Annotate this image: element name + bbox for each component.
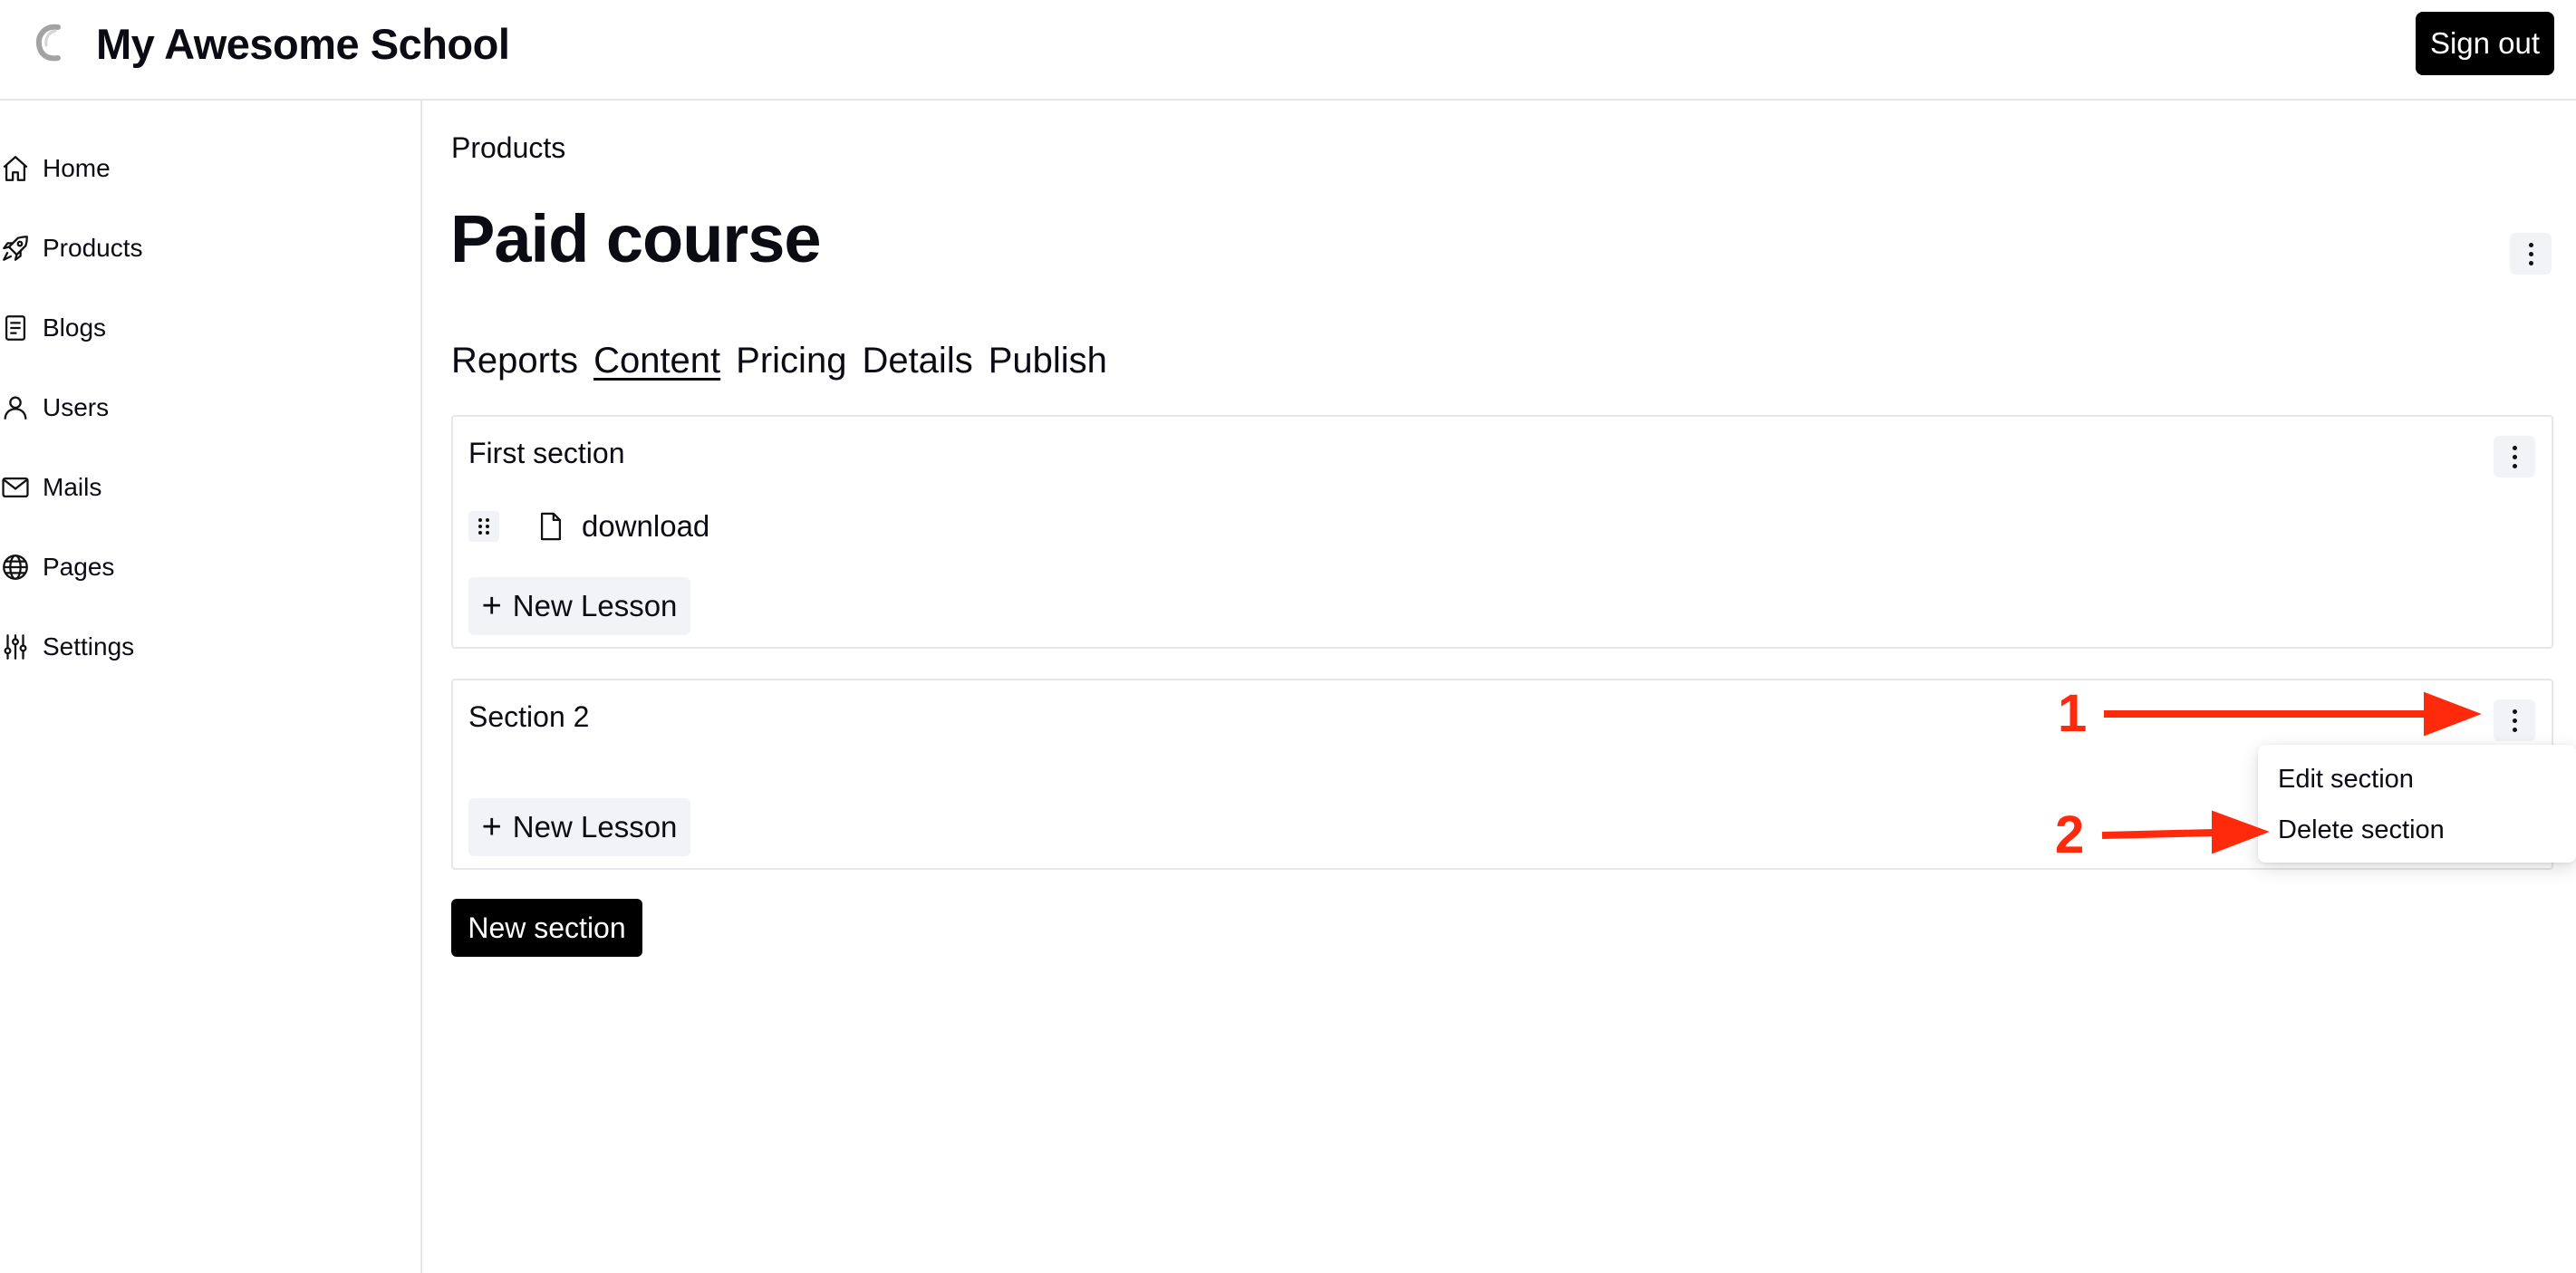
school-name[interactable]: My Awesome School	[96, 16, 510, 72]
sidebar-item-mails[interactable]: Mails	[0, 460, 399, 515]
section-title: First section	[468, 437, 625, 469]
sidebar-item-settings[interactable]: Settings	[0, 620, 399, 674]
section-more-options-button[interactable]	[2494, 436, 2535, 477]
section-card: First section download + New Lesson	[451, 415, 2553, 649]
user-icon	[4, 396, 27, 420]
rocket-icon	[3, 236, 28, 261]
delete-section-menu-item[interactable]: Delete section	[2278, 815, 2445, 845]
new-lesson-label: New Lesson	[512, 810, 678, 844]
tab-content[interactable]: Content	[593, 337, 720, 384]
tab-publish[interactable]: Publish	[989, 337, 1107, 384]
breadcrumb[interactable]: Products	[451, 131, 565, 165]
sidebar-item-products[interactable]: Products	[0, 221, 399, 275]
globe-icon	[3, 555, 28, 580]
plus-icon: +	[481, 587, 502, 625]
sidebar-item-pages[interactable]: Pages	[0, 540, 399, 594]
sidebar-item-label: Products	[43, 234, 143, 262]
sidebar-item-label: Home	[43, 154, 111, 182]
lesson-row[interactable]: download	[468, 506, 709, 547]
section-more-options-button[interactable]	[2494, 699, 2535, 741]
sidebar-item-label: Pages	[43, 553, 115, 581]
section-title: Section 2	[468, 700, 590, 733]
more-vertical-icon	[2512, 707, 2517, 734]
top-bar: My Awesome School Sign out	[0, 0, 2576, 101]
sidebar-item-label: Settings	[43, 632, 135, 661]
tab-pricing[interactable]: Pricing	[736, 337, 846, 384]
sidebar-item-label: Mails	[43, 473, 102, 501]
home-icon	[3, 156, 28, 181]
annotation-label-2: 2	[2055, 805, 2085, 864]
sliders-icon	[4, 634, 27, 660]
new-lesson-label: New Lesson	[512, 589, 678, 622]
new-lesson-button[interactable]: + New Lesson	[468, 798, 690, 856]
plus-icon: +	[481, 808, 502, 846]
sign-out-button[interactable]: Sign out	[2416, 12, 2554, 75]
sidebar-item-users[interactable]: Users	[0, 381, 399, 435]
sidebar-item-home[interactable]: Home	[0, 141, 399, 196]
new-lesson-button[interactable]: + New Lesson	[468, 577, 690, 635]
tab-bar: Reports Content Pricing Details Publish	[451, 337, 1123, 384]
section-options-menu: Edit section Delete section	[2258, 745, 2576, 863]
section-card: Section 2 + New Lesson	[451, 679, 2553, 870]
page-more-options-button[interactable]	[2510, 233, 2552, 275]
sidebar-item-blogs[interactable]: Blogs	[0, 301, 399, 355]
more-vertical-icon	[2512, 443, 2517, 470]
tab-details[interactable]: Details	[862, 337, 972, 384]
sidebar: Home Products Blogs Users Mails Pages Se…	[0, 101, 422, 1273]
sidebar-item-label: Blogs	[43, 313, 107, 342]
file-icon	[540, 512, 562, 541]
drag-handle-icon[interactable]	[468, 511, 499, 542]
new-section-button[interactable]: New section	[451, 899, 642, 957]
edit-section-menu-item[interactable]: Edit section	[2278, 765, 2414, 795]
more-vertical-icon	[2528, 240, 2533, 267]
document-icon	[5, 315, 26, 341]
page-title: Paid course	[450, 201, 822, 276]
annotation-label-1: 1	[2058, 684, 2088, 743]
tab-reports[interactable]: Reports	[451, 337, 578, 384]
mail-icon	[2, 477, 29, 498]
sidebar-item-label: Users	[43, 393, 110, 421]
lesson-title[interactable]: download	[582, 509, 709, 544]
logo-icon	[35, 24, 61, 62]
